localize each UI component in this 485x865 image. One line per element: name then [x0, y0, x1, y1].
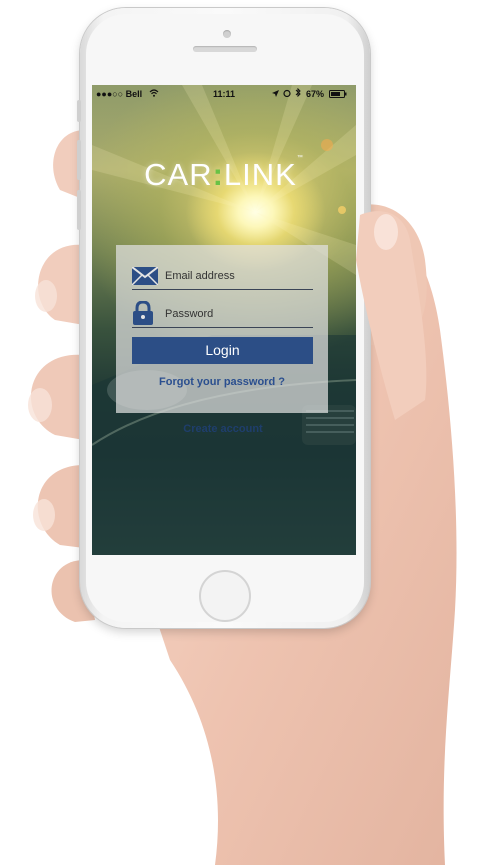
logo-trademark: ™ — [296, 155, 304, 161]
lock-icon — [133, 301, 153, 325]
login-button[interactable]: Login — [132, 337, 313, 364]
app-screen: ●●●○○ Bell 11:11 67% CAR:LINK™ Email add… — [92, 85, 356, 555]
volume-down-button — [77, 190, 81, 230]
carlink-logo: CAR:LINK™ — [92, 155, 356, 193]
earpiece-speaker — [193, 46, 257, 52]
carrier-label: ●●●○○ Bell — [96, 89, 143, 99]
create-account-link[interactable]: Create account — [148, 423, 298, 435]
login-panel: Email address Password Login Forgot your… — [116, 245, 328, 413]
logo-text-car: CAR — [144, 157, 213, 192]
battery-icon — [329, 90, 347, 98]
home-button[interactable] — [199, 570, 251, 622]
forgot-password-link[interactable]: Forgot your password ? — [116, 376, 328, 388]
logo-dots: : — [212, 157, 224, 192]
volume-up-button — [77, 140, 81, 180]
front-camera — [223, 30, 231, 38]
logo-text-link: LINK — [223, 157, 297, 192]
bluetooth-icon — [295, 88, 301, 97]
email-placeholder: Email address — [165, 270, 235, 282]
status-bar: ●●●○○ Bell 11:11 67% — [92, 85, 356, 103]
envelope-icon — [132, 267, 158, 285]
battery-percent: 67% — [306, 89, 325, 99]
mute-switch — [77, 100, 81, 122]
email-field[interactable]: Email address — [132, 265, 313, 290]
location-arrow-icon — [272, 90, 279, 97]
password-placeholder: Password — [165, 308, 214, 320]
alarm-icon — [283, 89, 291, 97]
password-field[interactable]: Password — [132, 301, 313, 328]
status-time: 11:11 — [213, 89, 236, 99]
wifi-icon — [149, 89, 159, 97]
